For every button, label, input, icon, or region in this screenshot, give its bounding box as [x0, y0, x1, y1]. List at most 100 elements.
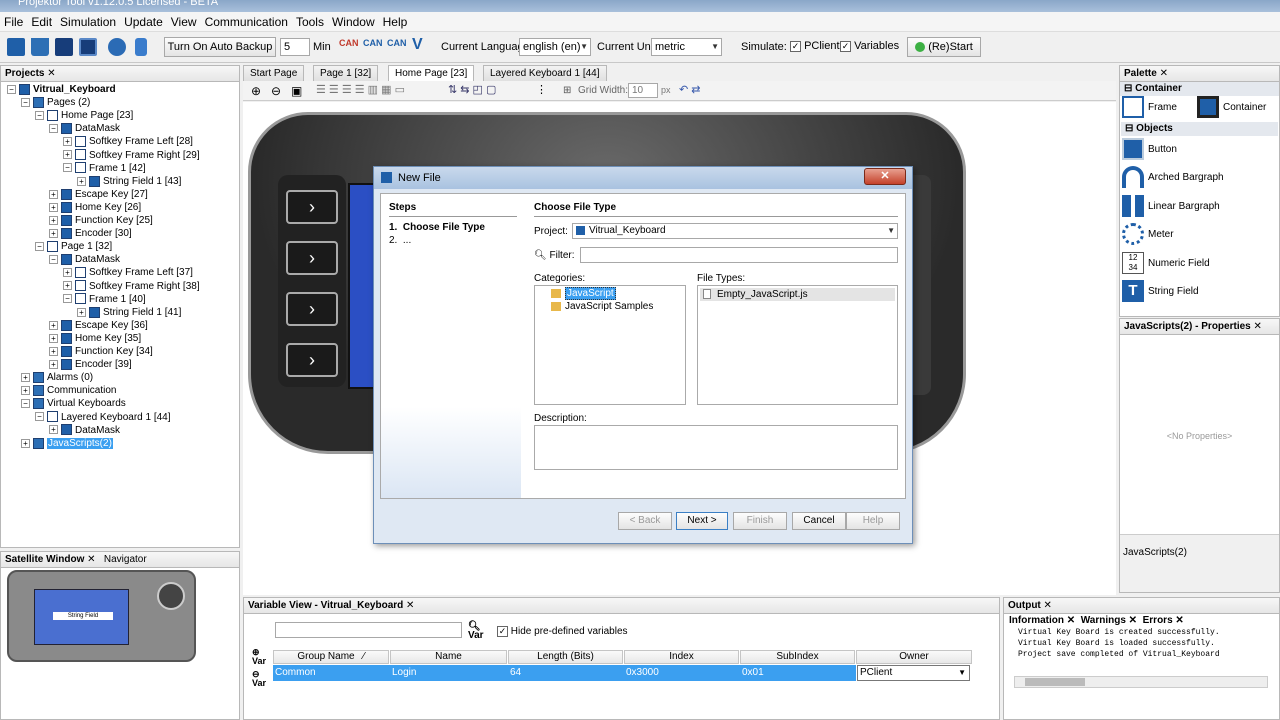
satellite-tab[interactable]: Satellite Window	[5, 554, 84, 565]
snap-grid-icon[interactable]: ⊞	[563, 85, 571, 96]
filter-input[interactable]	[580, 247, 898, 263]
softkey-1[interactable]: ›	[286, 190, 338, 224]
compile-icon[interactable]	[108, 38, 126, 56]
tree-item[interactable]: + Softkey Frame Right [29]	[63, 149, 200, 162]
properties-tab[interactable]: JavaScripts(2) - Properties ✕	[1120, 319, 1279, 335]
finish-button[interactable]: Finish	[733, 512, 787, 530]
menu-view[interactable]: View	[167, 12, 201, 29]
expand-toggle-icon[interactable]: +	[49, 359, 58, 369]
tab-page-1[interactable]: Page 1 [32]	[313, 65, 379, 81]
delete-var-icon[interactable]: ⊖ Var	[252, 670, 266, 688]
tree-item[interactable]: + Escape Key [36]	[49, 319, 148, 332]
align-icons[interactable]: ☰ ☰ ☰ ☰ ▥ ▦ ▭	[316, 83, 405, 96]
column-header-index[interactable]: Index	[624, 650, 739, 664]
menu-update[interactable]: Update	[120, 12, 167, 29]
pclient-checkbox[interactable]: ✓ PClient	[790, 40, 840, 52]
softkey-4[interactable]: ›	[286, 343, 338, 377]
cell-length[interactable]: 64	[508, 665, 624, 681]
auto-backup-button[interactable]: Turn On Auto Backup	[164, 37, 276, 57]
tree-item[interactable]: − Layered Keyboard 1 [44]	[35, 411, 171, 424]
expand-toggle-icon[interactable]: −	[7, 84, 16, 94]
menu-help[interactable]: Help	[379, 12, 412, 29]
can-icon[interactable]: CAN	[387, 38, 407, 48]
save-all-icon[interactable]	[79, 38, 97, 56]
tree-item[interactable]: + Function Key [25]	[49, 214, 153, 227]
file-type-item[interactable]: Empty_JavaScript.js	[700, 288, 895, 301]
menu-edit[interactable]: Edit	[27, 12, 56, 29]
tree-item[interactable]: − Vitrual_Keyboard	[7, 83, 116, 96]
cell-index[interactable]: 0x3000	[624, 665, 740, 681]
grid-width-input[interactable]: 10	[628, 83, 658, 98]
expand-toggle-icon[interactable]: +	[49, 202, 58, 212]
expand-toggle-icon[interactable]: +	[49, 320, 58, 330]
close-icon[interactable]: ✕	[864, 168, 906, 185]
language-select[interactable]: english (en) ▼	[519, 38, 591, 56]
palette-frame[interactable]: Frame	[1122, 96, 1177, 120]
tab-layered-keyboard[interactable]: Layered Keyboard 1 [44]	[483, 65, 607, 81]
expand-toggle-icon[interactable]: +	[63, 150, 72, 160]
container-section[interactable]: ⊟ Container	[1120, 82, 1279, 96]
menu-communication[interactable]: Communication	[201, 12, 292, 29]
category-javascript-samples[interactable]: JavaScript Samples	[539, 301, 653, 312]
tree-item[interactable]: + Softkey Frame Left [37]	[63, 266, 193, 279]
tree-item[interactable]: − Frame 1 [42]	[63, 162, 146, 175]
expand-toggle-icon[interactable]: +	[49, 346, 58, 356]
objects-section[interactable]: ⊟ Objects	[1121, 122, 1278, 136]
arrange-icons[interactable]: ⇅ ⇆ ◰ ▢	[448, 83, 496, 96]
palette-tab[interactable]: Palette ✕	[1120, 66, 1279, 82]
expand-toggle-icon[interactable]: −	[21, 97, 30, 107]
hide-predefined-checkbox[interactable]: ✓ Hide pre-defined variables	[497, 626, 628, 637]
expand-toggle-icon[interactable]: +	[77, 176, 86, 186]
projects-tab[interactable]: Projects ✕	[1, 66, 239, 82]
expand-toggle-icon[interactable]: +	[63, 281, 72, 291]
next-button[interactable]: Next >	[676, 512, 728, 530]
menu-simulation[interactable]: Simulation	[56, 12, 120, 29]
column-header-length[interactable]: Length (Bits)	[508, 650, 623, 664]
softkey-2[interactable]: ›	[286, 241, 338, 275]
categories-tree[interactable]: JavaScript JavaScript Samples	[534, 285, 686, 405]
tree-item[interactable]: + Home Key [35]	[49, 332, 141, 345]
expand-toggle-icon[interactable]: +	[49, 189, 58, 199]
horizontal-scrollbar[interactable]	[1014, 676, 1268, 688]
softkey-3[interactable]: ›	[286, 292, 338, 326]
output-tab[interactable]: Output ✕	[1004, 598, 1279, 614]
column-header-name[interactable]: Name	[390, 650, 507, 664]
add-var-icon[interactable]: 🔍︎ Var	[468, 622, 484, 641]
expand-toggle-icon[interactable]: −	[63, 163, 72, 173]
tree-item[interactable]: − Frame 1 [40]	[63, 293, 146, 306]
restart-button[interactable]: (Re)Start	[907, 37, 981, 57]
new-project-icon[interactable]	[7, 38, 25, 56]
expand-toggle-icon[interactable]: +	[21, 373, 30, 383]
palette-container[interactable]: Container	[1197, 96, 1266, 120]
tree-item[interactable]: + Escape Key [27]	[49, 188, 148, 201]
tree-item[interactable]: − Page 1 [32]	[35, 240, 112, 253]
variables-checkbox[interactable]: ✓ Variables	[840, 40, 899, 52]
cancel-button[interactable]: Cancel	[792, 512, 846, 530]
expand-toggle-icon[interactable]: +	[49, 215, 58, 225]
owner-select[interactable]: PClient ▼	[857, 665, 970, 681]
usb-icon[interactable]	[135, 38, 147, 56]
tree-item[interactable]: − DataMask	[49, 253, 120, 266]
scrollbar-thumb[interactable]	[1025, 678, 1085, 686]
expand-toggle-icon[interactable]: −	[21, 399, 30, 409]
tree-item[interactable]: − Home Page [23]	[35, 109, 133, 122]
expand-toggle-icon[interactable]: −	[63, 294, 72, 304]
tree-item[interactable]: + Encoder [39]	[49, 358, 132, 371]
tree-item[interactable]: + JavaScripts(2)	[21, 437, 113, 450]
tab-start-page[interactable]: Start Page	[243, 65, 305, 81]
grid-icon[interactable]: ⋮	[536, 83, 547, 96]
column-header-group-name[interactable]: Group Name ⁄	[273, 650, 389, 664]
tree-item[interactable]: + String Field 1 [41]	[77, 306, 181, 319]
palette-button[interactable]: Button	[1122, 138, 1177, 162]
tree-item[interactable]: + Softkey Frame Right [38]	[63, 280, 200, 293]
expand-toggle-icon[interactable]: +	[63, 137, 72, 147]
category-javascript[interactable]: JavaScript	[539, 287, 616, 300]
palette-string-field[interactable]: T String Field	[1122, 280, 1199, 304]
expand-toggle-icon[interactable]: −	[49, 124, 58, 134]
column-header-owner[interactable]: Owner	[856, 650, 972, 664]
zoom-in-icon[interactable]: ⊕	[251, 84, 261, 98]
expand-toggle-icon[interactable]: −	[35, 412, 44, 422]
tree-item[interactable]: + Alarms (0)	[21, 371, 93, 384]
tree-item[interactable]: − Virtual Keyboards	[21, 397, 126, 410]
tree-item[interactable]: + Home Key [26]	[49, 201, 141, 214]
